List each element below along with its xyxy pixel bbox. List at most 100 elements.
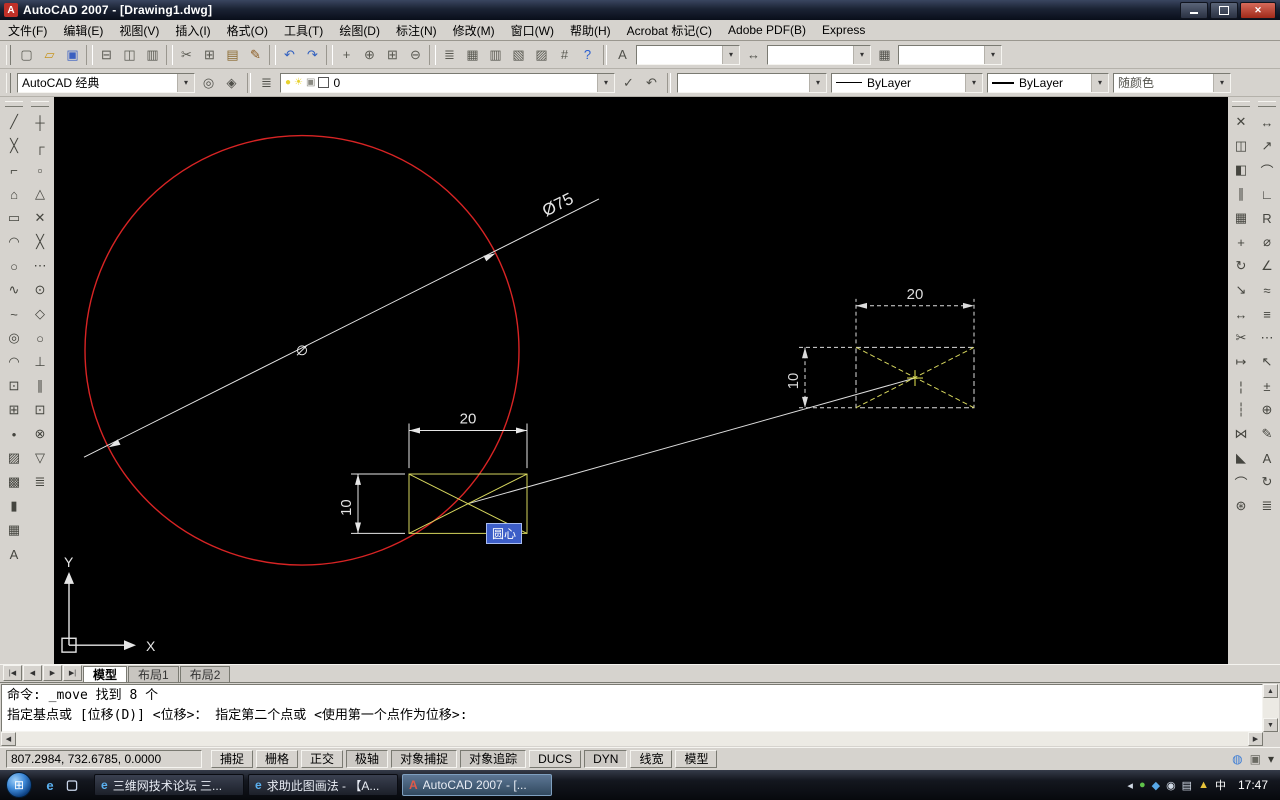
dim-style-icon[interactable]: ↔ bbox=[742, 44, 765, 66]
prev-tab-button[interactable]: ◀ bbox=[23, 665, 42, 681]
insert-block-icon[interactable]: ⊡ bbox=[2, 374, 26, 398]
scroll-up-icon[interactable]: ▲ bbox=[1263, 684, 1278, 698]
menu-item[interactable]: Adobe PDF(B) bbox=[720, 21, 814, 39]
hatch-icon[interactable]: ▨ bbox=[2, 446, 26, 470]
point-icon[interactable]: • bbox=[2, 422, 26, 446]
zoom-previous-icon[interactable]: ⊖ bbox=[404, 44, 427, 66]
menu-item[interactable]: Express bbox=[814, 21, 873, 39]
ie-quick-launch-icon[interactable]: e bbox=[40, 775, 60, 795]
offset-icon[interactable]: ∥ bbox=[1229, 182, 1253, 206]
polar-toggle[interactable]: 极轴 bbox=[346, 750, 389, 768]
rotate-icon[interactable]: ↻ bbox=[1229, 254, 1253, 278]
vscroll-track[interactable] bbox=[1263, 698, 1279, 718]
layer-properties-icon[interactable]: ≣ bbox=[255, 72, 278, 94]
messenger-tray-icon[interactable]: ◆ bbox=[1152, 779, 1160, 792]
construction-line-icon[interactable]: ╳ bbox=[2, 134, 26, 158]
make-object-layer-current-icon[interactable]: ✓ bbox=[617, 72, 640, 94]
text-style-combo[interactable]: ▾ bbox=[636, 44, 740, 65]
arc-icon[interactable]: ◠ bbox=[2, 230, 26, 254]
diameter-dimension-line[interactable] bbox=[83, 198, 600, 458]
chevron-down-icon[interactable]: ▾ bbox=[965, 73, 982, 92]
perpendicular-snap-icon[interactable]: ⊥ bbox=[28, 350, 52, 374]
menu-item[interactable]: 绘图(D) bbox=[331, 20, 388, 41]
toolbar-grip[interactable] bbox=[1258, 101, 1276, 107]
last-tab-button[interactable]: ▶| bbox=[63, 665, 82, 681]
volume-tray-icon[interactable]: ◉ bbox=[1166, 779, 1176, 792]
otrack-toggle[interactable]: 对象追踪 bbox=[460, 750, 527, 768]
antivirus-tray-icon[interactable]: ● bbox=[1139, 779, 1146, 791]
next-tab-button[interactable]: ▶ bbox=[43, 665, 62, 681]
network-tray-icon[interactable]: ▤ bbox=[1182, 779, 1192, 792]
status-menu-arrow-icon[interactable]: ▾ bbox=[1268, 752, 1274, 766]
chevron-down-icon[interactable]: ▾ bbox=[1091, 73, 1108, 92]
radius-dimension-icon[interactable]: R bbox=[1255, 206, 1279, 230]
ellipse-icon[interactable]: ◎ bbox=[2, 326, 26, 350]
stretch-icon[interactable]: ↔ bbox=[1229, 302, 1253, 326]
close-button[interactable]: ✕ bbox=[1240, 1, 1276, 19]
match-properties-icon[interactable]: ✎ bbox=[244, 44, 267, 66]
help-icon[interactable]: ? bbox=[576, 44, 599, 66]
join-icon[interactable]: ⋈ bbox=[1229, 422, 1253, 446]
command-text-area[interactable]: 命令: _move 找到 8 个 指定基点或 [位移(D)] <位移>： 指定第… bbox=[1, 684, 1263, 732]
plotstyle-control-combo[interactable]: 随颜色 ▾ bbox=[1113, 72, 1231, 93]
array-icon[interactable]: ▦ bbox=[1229, 206, 1253, 230]
plot-preview-icon[interactable]: ◫ bbox=[118, 44, 141, 66]
command-vscrollbar[interactable]: ▲ ▼ bbox=[1263, 684, 1279, 732]
dim-style-combo[interactable]: ▾ bbox=[767, 44, 871, 65]
minimize-button[interactable] bbox=[1180, 1, 1208, 19]
layer-color-swatch[interactable] bbox=[318, 77, 330, 88]
extension-snap-icon[interactable]: ⋯ bbox=[28, 254, 52, 278]
region-icon[interactable]: ▮ bbox=[2, 494, 26, 518]
save-icon[interactable]: ▣ bbox=[61, 44, 84, 66]
drawing-area[interactable]: Ø75 20 10 20 10 Y X 圆心 bbox=[54, 97, 1228, 664]
explode-icon[interactable]: ⊛ bbox=[1229, 494, 1253, 518]
gradient-icon[interactable]: ▩ bbox=[2, 470, 26, 494]
chevron-down-icon[interactable]: ▾ bbox=[984, 45, 1001, 64]
toolbar-lock-icon[interactable]: ▣ bbox=[1250, 752, 1261, 766]
color-control-combo[interactable]: ▾ bbox=[677, 72, 827, 93]
menu-item[interactable]: Acrobat 标记(C) bbox=[619, 20, 720, 41]
center-mark-icon[interactable]: ⊕ bbox=[1255, 398, 1279, 422]
fillet-icon[interactable]: ⌒ bbox=[1229, 470, 1253, 494]
lineweight-control-combo[interactable]: ByLayer ▾ bbox=[987, 72, 1109, 93]
workspace-combo[interactable]: AutoCAD 经典 ▾ bbox=[17, 72, 195, 93]
designcenter-icon[interactable]: ▦ bbox=[461, 44, 484, 66]
layer-combo[interactable]: ● ☀ ▣ 0 ▾ bbox=[280, 72, 615, 93]
command-prompt-line[interactable]: 指定基点或 [位移(D)] <位移>： 指定第二个点或 <使用第一个点作为位移>… bbox=[7, 706, 1257, 726]
chevron-down-icon[interactable]: ▾ bbox=[853, 45, 870, 64]
snap-toggle[interactable]: 捕捉 bbox=[211, 750, 254, 768]
linear-dimension-icon[interactable]: ↔ bbox=[1255, 110, 1279, 134]
table-style-combo[interactable]: ▾ bbox=[898, 44, 1002, 65]
toolbar-grip[interactable] bbox=[31, 101, 49, 107]
menu-item[interactable]: 编辑(E) bbox=[55, 20, 111, 41]
copy-icon[interactable]: ⊞ bbox=[198, 44, 221, 66]
polyline-icon[interactable]: ⌐ bbox=[2, 158, 26, 182]
undo-icon[interactable]: ↶ bbox=[278, 44, 301, 66]
separator[interactable] bbox=[326, 44, 333, 65]
continue-dimension-icon[interactable]: ⋯ bbox=[1255, 326, 1279, 350]
menu-item[interactable]: 工具(T) bbox=[276, 20, 331, 41]
sheet-set-manager-icon[interactable]: ▧ bbox=[507, 44, 530, 66]
erase-icon[interactable]: ✕ bbox=[1229, 110, 1253, 134]
spline-icon[interactable]: ~ bbox=[2, 302, 26, 326]
table-icon[interactable]: ▦ bbox=[2, 518, 26, 542]
text-style-icon[interactable]: A bbox=[611, 44, 634, 66]
menu-item[interactable]: 视图(V) bbox=[111, 20, 167, 41]
first-tab-button[interactable]: |◀ bbox=[3, 665, 22, 681]
rect-width-dimension[interactable] bbox=[408, 423, 528, 469]
hide-tray-icons-arrow[interactable]: ◂ bbox=[1127, 779, 1133, 792]
input-method-tray-icon[interactable]: 中 bbox=[1215, 777, 1226, 793]
copy-object-icon[interactable]: ◫ bbox=[1229, 134, 1253, 158]
apparent-intersection-snap-icon[interactable]: ╳ bbox=[28, 230, 52, 254]
markup-set-manager-icon[interactable]: ▨ bbox=[530, 44, 553, 66]
chevron-down-icon[interactable]: ▾ bbox=[597, 73, 614, 92]
endpoint-snap-icon[interactable]: ▫ bbox=[28, 158, 52, 182]
chamfer-icon[interactable]: ◣ bbox=[1229, 446, 1253, 470]
circle-icon[interactable]: ○ bbox=[2, 254, 26, 278]
break-at-point-icon[interactable]: ¦ bbox=[1229, 374, 1253, 398]
tangent-snap-icon[interactable]: ○ bbox=[28, 326, 52, 350]
menu-item[interactable]: 修改(M) bbox=[445, 20, 503, 41]
revision-cloud-icon[interactable]: ∿ bbox=[2, 278, 26, 302]
chevron-down-icon[interactable]: ▾ bbox=[809, 73, 826, 92]
publish-icon[interactable]: ▥ bbox=[141, 44, 164, 66]
